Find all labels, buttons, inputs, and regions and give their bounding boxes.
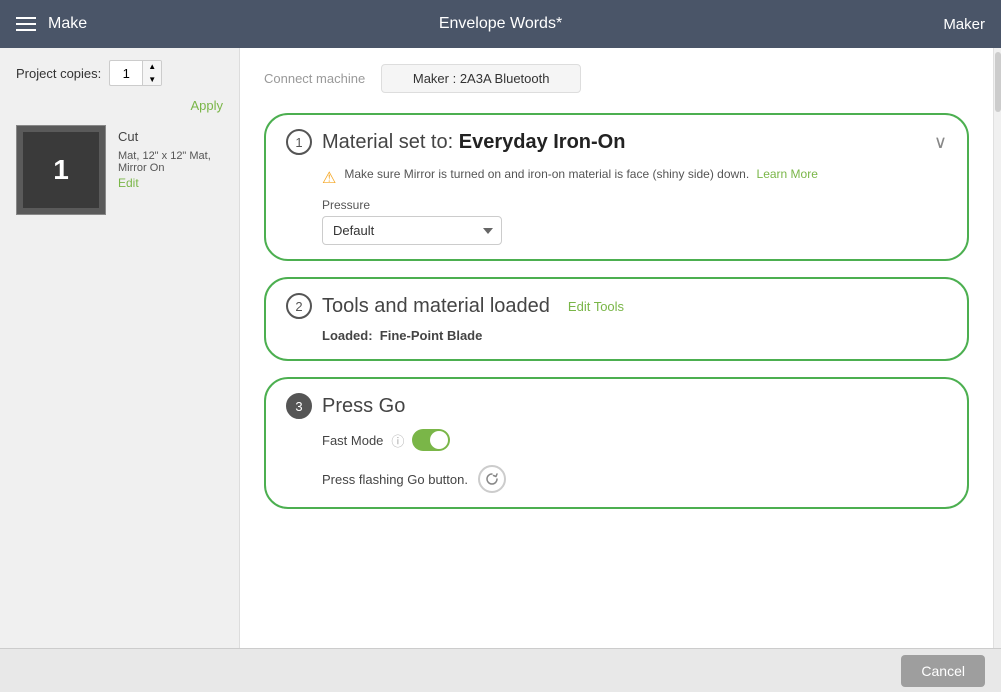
step1-title: Material set to: Everyday Iron-On (322, 131, 625, 154)
step3-section: 3 Press Go Fast Mode ⓘ Press flashing Go… (264, 377, 969, 509)
connect-row: Connect machine Maker : 2A3A Bluetooth (264, 64, 969, 93)
loaded-text: Loaded: Fine-Point Blade (322, 328, 482, 343)
step3-title: Press Go (322, 395, 405, 418)
warning-icon: ⚠ (322, 168, 336, 188)
sidebar: Project copies: ▲ ▼ Apply 1 Cut Mat, 12"… (0, 48, 240, 648)
copies-arrows: ▲ ▼ (142, 60, 161, 86)
step2-number: 2 (286, 293, 312, 319)
mat-edit-button[interactable]: Edit (118, 176, 139, 190)
content-area: Connect machine Maker : 2A3A Bluetooth 1… (240, 48, 993, 648)
warning-text: Make sure Mirror is turned on and iron-o… (344, 167, 818, 181)
toggle-knob (430, 431, 448, 449)
header: Make Envelope Words* Maker (0, 0, 1001, 48)
loaded-value: Fine-Point Blade (380, 328, 483, 343)
project-copies-label: Project copies: (16, 66, 101, 81)
header-left: Make (16, 15, 87, 33)
copies-input-wrap: ▲ ▼ (109, 60, 162, 86)
mat-info: Mat, 12" x 12" Mat, Mirror On (118, 150, 223, 174)
step3-content: Fast Mode ⓘ Press flashing Go button. (322, 429, 947, 493)
chevron-down-icon[interactable]: ∨ (934, 132, 947, 153)
warning-row: ⚠ Make sure Mirror is turned on and iron… (322, 167, 947, 188)
pressure-section: Pressure Default (322, 198, 947, 245)
cut-label: Cut (118, 125, 223, 144)
apply-button[interactable]: Apply (190, 98, 223, 113)
step2-title: Tools and material loaded (322, 295, 550, 318)
maker-label: Maker (943, 16, 985, 33)
step2-content: Loaded: Fine-Point Blade (322, 327, 947, 345)
step1-section: 1 Material set to: Everyday Iron-On ∨ ⚠ … (264, 113, 969, 261)
connect-machine-label: Connect machine (264, 71, 365, 86)
edit-tools-button[interactable]: Edit Tools (568, 299, 624, 314)
mat-number: 1 (23, 132, 99, 208)
header-title: Envelope Words* (439, 15, 562, 33)
copies-down-button[interactable]: ▼ (143, 73, 161, 86)
pressure-label: Pressure (322, 198, 947, 212)
step2-header: 2 Tools and material loaded Edit Tools (286, 293, 947, 319)
step2-section: 2 Tools and material loaded Edit Tools L… (264, 277, 969, 361)
project-copies-row: Project copies: ▲ ▼ (16, 60, 223, 86)
step3-number: 3 (286, 393, 312, 419)
step3-header: 3 Press Go (286, 393, 947, 419)
machine-button[interactable]: Maker : 2A3A Bluetooth (381, 64, 581, 93)
scrollbar-thumb[interactable] (995, 52, 1001, 112)
step1-title-bold: Everyday Iron-On (459, 131, 626, 153)
step1-number: 1 (286, 129, 312, 155)
refresh-icon (485, 472, 499, 486)
pressure-select[interactable]: Default (322, 216, 502, 245)
cancel-button[interactable]: Cancel (901, 655, 985, 687)
fast-mode-label: Fast Mode (322, 433, 383, 448)
main-layout: Project copies: ▲ ▼ Apply 1 Cut Mat, 12"… (0, 48, 1001, 648)
make-label: Make (48, 15, 87, 33)
press-go-text: Press flashing Go button. (322, 472, 468, 487)
step1-header: 1 Material set to: Everyday Iron-On ∨ (286, 129, 947, 155)
hamburger-icon[interactable] (16, 17, 36, 31)
scrollbar[interactable] (993, 48, 1001, 648)
mat-container: 1 Cut Mat, 12" x 12" Mat, Mirror On Edit (16, 125, 223, 215)
mat-thumbnail: 1 (16, 125, 106, 215)
copies-up-button[interactable]: ▲ (143, 60, 161, 73)
learn-more-button[interactable]: Learn More (757, 167, 818, 181)
press-go-row: Press flashing Go button. (322, 465, 947, 493)
mat-details: Cut Mat, 12" x 12" Mat, Mirror On Edit (118, 125, 223, 192)
go-button-icon[interactable] (478, 465, 506, 493)
fast-mode-row: Fast Mode ⓘ (322, 429, 947, 451)
info-icon[interactable]: ⓘ (391, 431, 404, 450)
copies-input[interactable] (110, 66, 142, 81)
footer: Cancel (0, 648, 1001, 692)
fast-mode-toggle[interactable] (412, 429, 450, 451)
